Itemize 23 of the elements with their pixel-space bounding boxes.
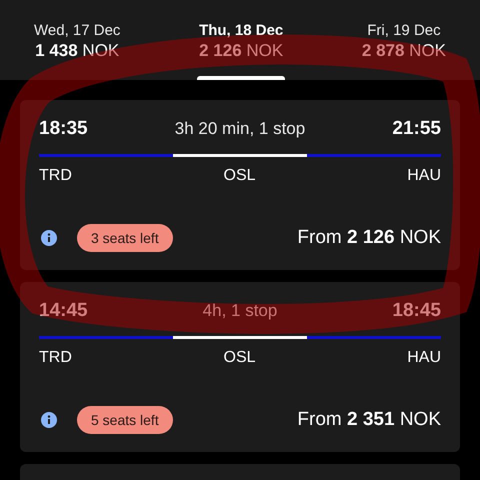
- flight-card[interactable]: 14:45 4h, 1 stop 18:45 TRD OSL HAU 5 seats left From 2 351 NOK: [20, 282, 460, 452]
- info-icon[interactable]: [41, 230, 57, 246]
- info-icon[interactable]: [41, 412, 57, 428]
- date-tab[interactable]: Thu, 18 Dec 2 126 NOK: [199, 0, 284, 80]
- flight-duration: 3h 20 min, 1 stop: [174, 119, 306, 139]
- arrival-time: 21:55: [392, 118, 441, 140]
- airport-code: HAU: [407, 167, 441, 185]
- departure-time: 14:45: [39, 300, 88, 322]
- arrival-time: 18:45: [392, 300, 441, 322]
- date-tab[interactable]: Wed, 17 Dec 1 438 NOK: [34, 0, 120, 80]
- seats-badge: 3 seats left: [77, 224, 173, 252]
- date-tab[interactable]: Fri, 19 Dec 2 878 NOK: [362, 0, 446, 80]
- airport-code: TRD: [39, 349, 72, 367]
- airport-code: OSL: [224, 349, 256, 367]
- flight-price: From 2 351 NOK: [297, 409, 441, 431]
- seats-badge: 5 seats left: [77, 406, 173, 434]
- flight-card[interactable]: 18:35 3h 20 min, 1 stop 21:55 TRD OSL HAU 3 seats left From 2 126 NOK: [20, 100, 460, 270]
- airport-code: TRD: [39, 167, 72, 185]
- flight-price: From 2 126 NOK: [297, 227, 441, 249]
- airport-code: HAU: [407, 349, 441, 367]
- airport-code: OSL: [224, 167, 256, 185]
- flight-duration: 4h, 1 stop: [202, 301, 278, 321]
- departure-time: 18:35: [39, 118, 88, 140]
